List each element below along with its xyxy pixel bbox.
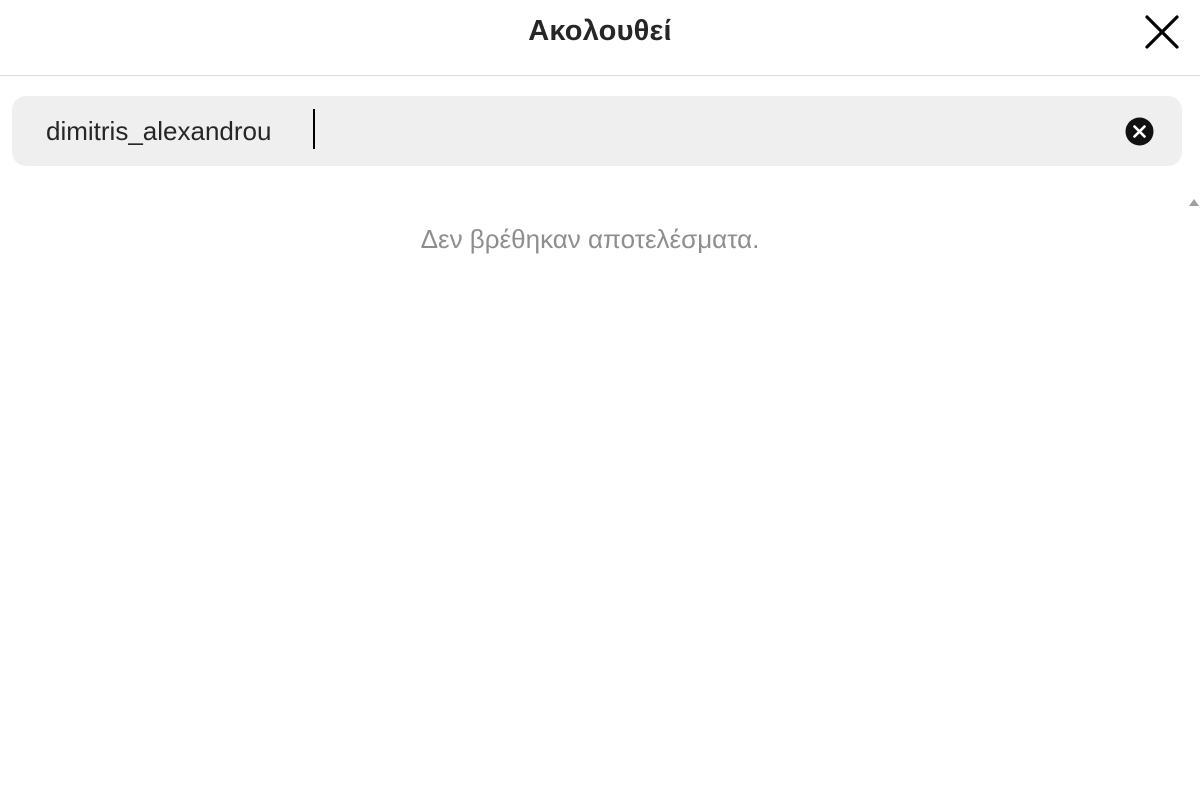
clear-search-button[interactable] [1125,117,1154,146]
results-list[interactable]: Δεν βρέθηκαν αποτελέσματα. [0,180,1200,785]
no-results-message: Δεν βρέθηκαν αποτελέσματα. [420,224,760,254]
scroll-up-arrow-icon[interactable] [1189,199,1199,206]
close-icon [1145,15,1179,49]
text-cursor [313,109,315,149]
search-bar [12,96,1182,166]
clear-circle-icon [1125,117,1154,146]
dialog-title: Ακολουθεί [528,15,672,47]
following-dialog: Ακολουθεί Δεν βρέθηκαν αποτελέσματα. [0,0,1200,785]
dialog-header: Ακολουθεί [0,0,1200,76]
search-input[interactable] [42,96,1110,166]
close-button[interactable] [1138,8,1186,56]
